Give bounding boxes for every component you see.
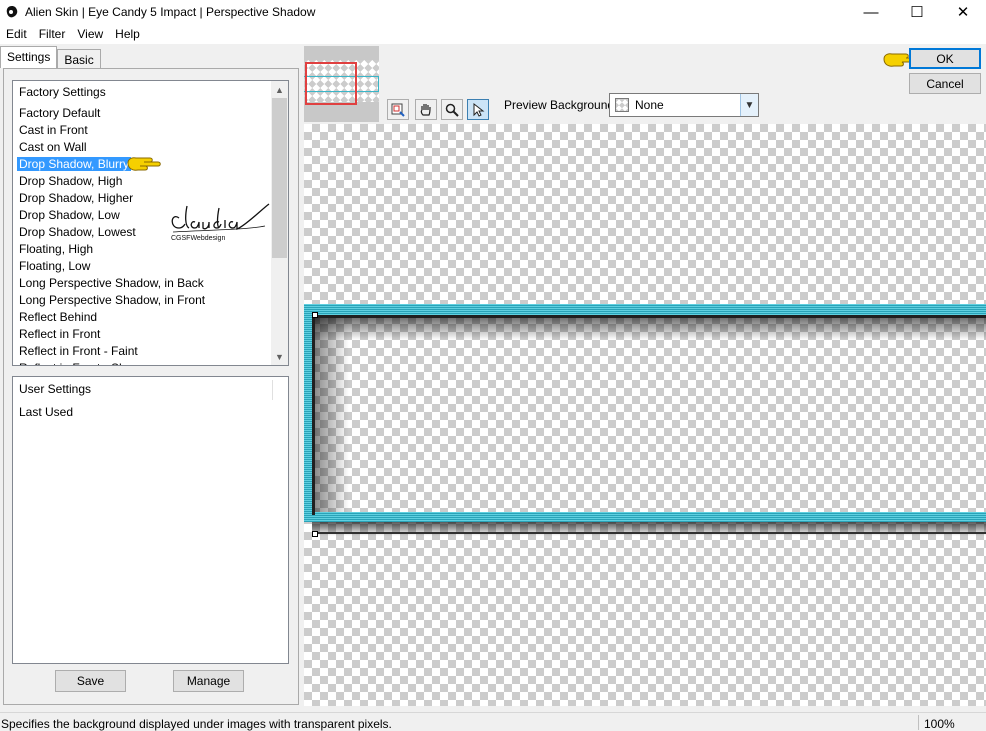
list-item-label: Floating, High [19, 242, 94, 256]
shadow-handle[interactable] [312, 312, 318, 318]
list-item-label: Drop Shadow, Blurry [17, 157, 132, 171]
list-item[interactable]: Long Perspective Shadow, in Back [19, 275, 269, 292]
drop-shadow [315, 318, 986, 340]
transparency-swatch-icon [615, 98, 629, 112]
cancel-button[interactable]: Cancel [909, 73, 981, 94]
save-button[interactable]: Save [55, 670, 126, 692]
settings-tabs: Settings Basic [0, 46, 101, 68]
list-item-label: Drop Shadow, Lowest [19, 225, 136, 239]
list-item-label: Reflect in Front - Faint [19, 344, 138, 358]
list-item-label: Cast on Wall [19, 140, 87, 154]
menu-edit[interactable]: Edit [0, 27, 33, 41]
tab-settings[interactable]: Settings [0, 46, 58, 68]
navigator-thumbnail[interactable] [304, 46, 379, 122]
status-bar: Specifies the background displayed under… [0, 712, 986, 731]
drop-shadow [315, 318, 349, 512]
list-item[interactable]: Cast in Front [19, 122, 269, 139]
list-item-label: Drop Shadow, Low [19, 208, 120, 222]
status-divider [918, 715, 919, 730]
title-bar: Alien Skin | Eye Candy 5 Impact | Perspe… [0, 0, 986, 24]
list-item-label: Reflect in Front [19, 327, 101, 341]
window-title: Alien Skin | Eye Candy 5 Impact | Perspe… [25, 5, 316, 19]
list-item[interactable]: Reflect in Front - Sharp [19, 360, 269, 365]
user-settings-header: User Settings [19, 382, 92, 396]
pointer-tool-button[interactable] [467, 99, 489, 120]
list-item[interactable]: Drop Shadow, High [19, 173, 269, 190]
pointer-tool-icon [473, 102, 485, 117]
signature-logo: CGSFWebdesign [171, 203, 270, 242]
list-item-label: Reflect in Front - Sharp [19, 361, 143, 365]
pointing-hand-icon [127, 157, 161, 171]
preview-canvas[interactable] [304, 124, 986, 706]
preview-background-value: None [635, 98, 664, 112]
frame-bottom-border [304, 512, 986, 522]
chevron-down-icon[interactable]: ▼ [740, 94, 758, 116]
list-item-label: Drop Shadow, High [19, 174, 123, 188]
minimize-button[interactable]: — [848, 0, 894, 24]
list-item-label: Reflect Behind [19, 310, 98, 324]
scroll-down-icon[interactable]: ▼ [271, 348, 288, 365]
hand-tool-button[interactable] [415, 99, 437, 120]
close-button[interactable]: ✕ [940, 0, 986, 24]
shadow-handle[interactable] [312, 531, 318, 537]
status-text: Specifies the background displayed under… [1, 717, 392, 731]
list-item[interactable]: Factory Default [19, 105, 269, 122]
list-item-label: Drop Shadow, Higher [19, 191, 134, 205]
user-settings-list[interactable]: User Settings Last Used [12, 376, 289, 664]
preview-background-select[interactable]: None ▼ [609, 93, 759, 117]
factory-settings-header: Factory Settings [19, 85, 106, 99]
menu-bar: Edit Filter View Help [0, 24, 986, 44]
menu-filter[interactable]: Filter [33, 27, 72, 41]
list-item[interactable]: Reflect in Front - Faint [19, 343, 269, 360]
list-item-label: Cast in Front [19, 123, 88, 137]
header-divider [272, 380, 273, 400]
zoom-tool-icon [445, 103, 459, 117]
navigator-tool-button[interactable] [387, 99, 409, 120]
app-icon [6, 6, 18, 18]
hand-tool-icon [420, 103, 431, 116]
list-item[interactable]: Reflect in Front [19, 326, 269, 343]
preview-frame-image [304, 304, 986, 537]
shadow-edge [312, 532, 986, 534]
zoom-level: 100% [924, 717, 955, 731]
list-item-label: Factory Default [19, 106, 101, 120]
navigator-icon [391, 103, 405, 117]
list-item[interactable]: Floating, Low [19, 258, 269, 275]
menu-help[interactable]: Help [109, 27, 146, 41]
navigator-viewport[interactable] [305, 62, 357, 105]
signature-sub: CGSFWebdesign [171, 235, 225, 242]
preview-background-label: Preview Background: [504, 98, 618, 112]
menu-view[interactable]: View [71, 27, 109, 41]
tab-basic[interactable]: Basic [57, 49, 101, 68]
list-item[interactable]: Reflect Behind [19, 309, 269, 326]
scroll-up-icon[interactable]: ▲ [271, 81, 288, 98]
maximize-button[interactable]: ☐ [894, 0, 940, 24]
list-item-label: Long Perspective Shadow, in Front [19, 293, 206, 307]
ok-button[interactable]: OK [909, 48, 981, 69]
list-item[interactable]: Last Used [19, 404, 73, 421]
list-item-label: Long Perspective Shadow, in Back [19, 276, 204, 290]
list-item[interactable]: Long Perspective Shadow, in Front [19, 292, 269, 309]
list-item-label: Floating, Low [19, 259, 91, 273]
manage-button[interactable]: Manage [173, 670, 244, 692]
zoom-tool-button[interactable] [441, 99, 463, 120]
